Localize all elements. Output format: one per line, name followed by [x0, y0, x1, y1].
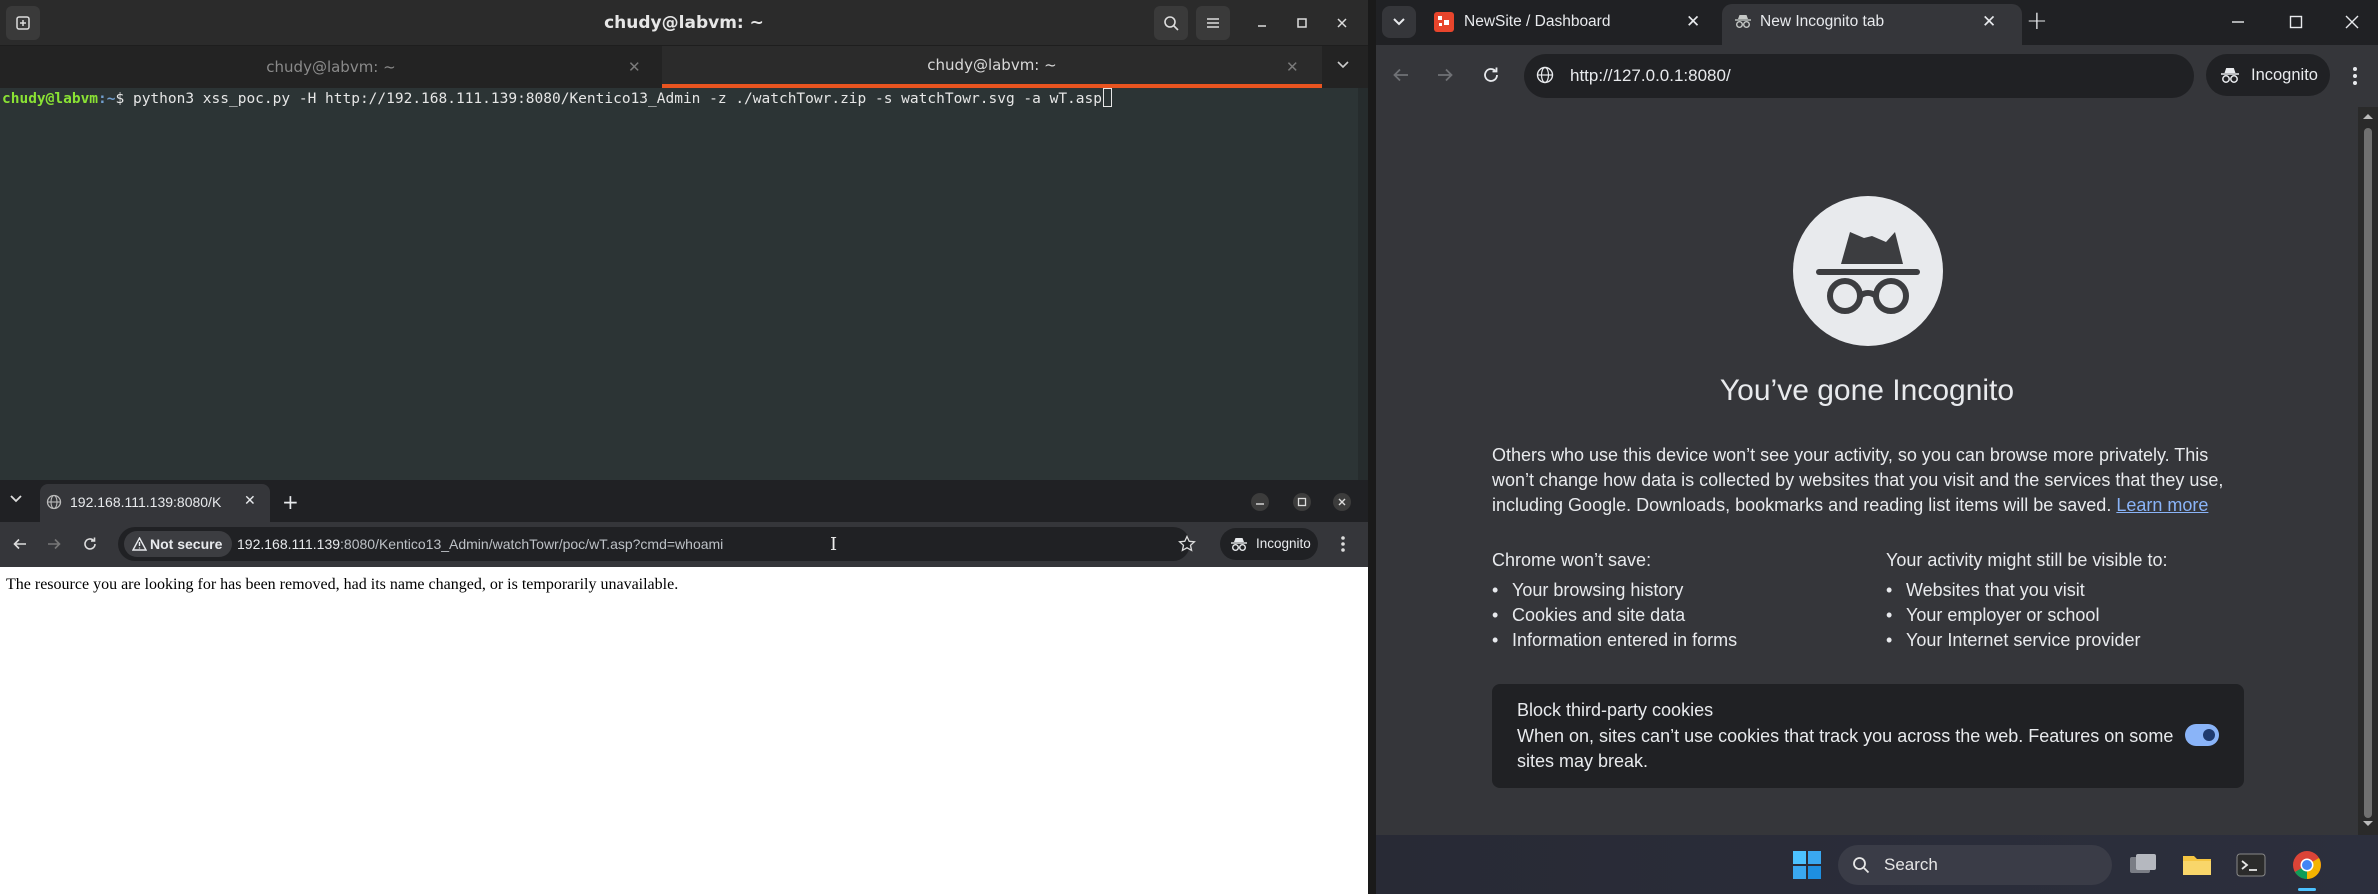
close-icon[interactable] [1326, 486, 1358, 518]
prompt-path: :~ [98, 91, 116, 107]
terminal-icon[interactable] [2234, 848, 2268, 882]
chrome-icon[interactable] [2290, 848, 2324, 882]
url-host: 192.168.111.139 [237, 536, 341, 552]
small-browser-tab-title: 192.168.111.139:8080/K [70, 494, 222, 510]
close-tab-icon[interactable]: ✕ [1982, 12, 1996, 32]
url-path: :8080/Kentico13_Admin/watchTowr/poc/wT.a… [340, 536, 724, 552]
prompt-symbol: $ [115, 91, 125, 107]
more-options-icon[interactable] [2352, 66, 2358, 86]
forward-arrow-icon[interactable] [1436, 66, 1454, 84]
maximize-icon[interactable] [2288, 14, 2304, 30]
terminal-tab[interactable]: chudy@labvm: ~ [0, 46, 662, 88]
scroll-up-arrow-icon[interactable] [2362, 112, 2374, 120]
toggle-knob [2203, 729, 2215, 741]
new-tab-icon[interactable] [6, 6, 40, 40]
close-tab-icon[interactable]: ✕ [628, 58, 641, 76]
forward-arrow-icon[interactable] [46, 536, 62, 552]
incognito-icon [2220, 66, 2240, 84]
close-tab-icon[interactable]: ✕ [1286, 58, 1299, 76]
close-icon[interactable] [2344, 14, 2360, 30]
site-info-icon[interactable] [1536, 66, 1554, 84]
reload-icon[interactable] [1482, 66, 1500, 84]
learn-more-link[interactable]: Learn more [2116, 495, 2208, 515]
list-item: Cookies and site data [1492, 603, 1737, 628]
task-view-icon[interactable] [2126, 848, 2160, 882]
scroll-down-arrow-icon[interactable] [2362, 820, 2374, 828]
list-item: Websites that you visit [1886, 578, 2140, 603]
small-browser-url: 192.168.111.139:8080/Kentico13_Admin/wat… [237, 536, 723, 552]
error-message: The resource you are looking for has bee… [6, 576, 679, 593]
visible-to-heading: Your activity might still be visible to: [1886, 550, 2168, 570]
back-arrow-icon[interactable] [12, 536, 28, 552]
command-text: python3 xss_poc.py -H http://192.168.111… [132, 91, 1102, 107]
more-options-icon[interactable] [1340, 535, 1346, 553]
list-item: Information entered in forms [1492, 628, 1737, 653]
close-tab-icon[interactable]: ✕ [244, 493, 256, 509]
new-tab-plus-icon[interactable]: + [2026, 6, 2048, 36]
terminal-output[interactable] [0, 88, 1358, 480]
kentico-logo-icon [1434, 12, 1454, 32]
cookies-title: Block third-party cookies [1517, 700, 1714, 720]
tab-search-button[interactable] [1382, 6, 1416, 38]
globe-icon [46, 494, 62, 510]
wont-save-list: Your browsing history Cookies and site d… [1492, 578, 1737, 653]
incognito-illustration-icon [1793, 196, 1943, 346]
incognito-intro: Others who use this device won’t see you… [1492, 443, 2244, 518]
file-explorer-icon[interactable] [2180, 848, 2214, 882]
intro-text: Others who use this device won’t see you… [1492, 445, 2224, 515]
chevron-down-icon[interactable] [1336, 60, 1350, 70]
close-tab-icon[interactable]: ✕ [1686, 12, 1700, 32]
search-icon [1852, 856, 1870, 874]
tab-search-chevron-icon[interactable] [8, 492, 24, 506]
minimize-icon[interactable] [2230, 14, 2246, 30]
taskbar-search[interactable]: Search [1838, 845, 2112, 885]
list-item: Your employer or school [1886, 603, 2140, 628]
scrollbar-thumb[interactable] [2364, 128, 2372, 818]
incognito-icon [1734, 13, 1752, 29]
terminal-scrollbar[interactable] [1358, 88, 1368, 480]
warning-icon [132, 537, 147, 551]
wont-save-heading: Chrome won’t save: [1492, 550, 1652, 570]
incognito-heading: You’ve gone Incognito [1719, 374, 2015, 407]
minimize-icon[interactable] [1246, 7, 1278, 39]
cookies-description: When on, sites can’t use cookies that tr… [1517, 726, 2174, 771]
prompt-user: chudy@labvm [2, 91, 99, 107]
browser-tab-title: New Incognito tab [1760, 13, 1885, 30]
reload-icon[interactable] [82, 536, 98, 552]
maximize-icon[interactable] [1286, 486, 1318, 518]
close-icon[interactable] [1326, 7, 1358, 39]
list-item: Your Internet service provider [1886, 628, 2140, 653]
active-app-indicator [2298, 888, 2316, 891]
windows-start-icon[interactable] [1790, 848, 1824, 882]
terminal-command-line: chudy@labvm:~$ python3 xss_poc.py -H htt… [2, 88, 1112, 110]
back-arrow-icon[interactable] [1392, 66, 1410, 84]
minimize-icon[interactable] [1244, 486, 1276, 518]
new-tab-plus-icon[interactable]: + [282, 490, 299, 514]
address-bar-url: http://127.0.0.1:8080/ [1570, 66, 1731, 85]
terminal-tab-active[interactable]: chudy@labvm: ~ [662, 46, 1322, 88]
visible-to-list: Websites that you visit Your employer or… [1886, 578, 2140, 653]
hamburger-menu-icon[interactable] [1196, 6, 1230, 40]
bookmark-star-icon[interactable] [1178, 535, 1196, 553]
text-cursor-ibeam-icon: I [830, 534, 838, 555]
incognito-icon [1230, 536, 1248, 552]
text-cursor [1102, 88, 1112, 107]
maximize-icon[interactable] [1286, 7, 1318, 39]
search-icon[interactable] [1154, 6, 1188, 40]
list-item: Your browsing history [1492, 578, 1737, 603]
browser-tab-title: NewSite / Dashboard [1464, 13, 1611, 30]
window-divider [1368, 0, 1376, 894]
